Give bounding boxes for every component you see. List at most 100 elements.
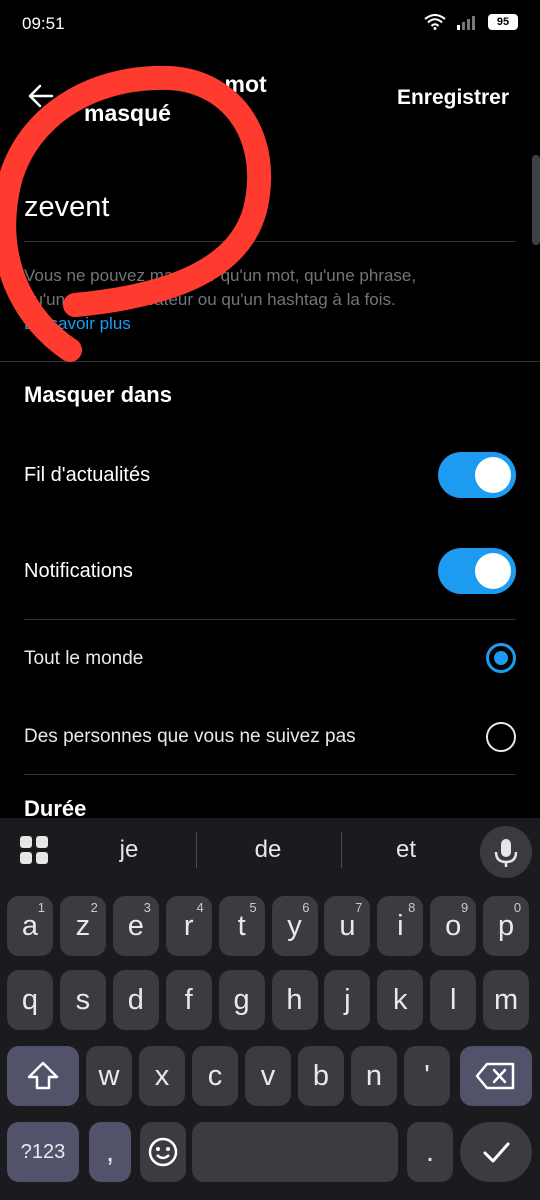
microphone-icon bbox=[494, 839, 518, 867]
key-w-label: w bbox=[98, 1059, 120, 1092]
status-time: 09:51 bbox=[22, 14, 65, 33]
key-a[interactable]: a1 bbox=[7, 896, 53, 956]
key-n[interactable]: n bbox=[351, 1046, 397, 1106]
key-u[interactable]: u7 bbox=[324, 896, 371, 956]
key-v[interactable]: v bbox=[245, 1046, 291, 1106]
symbols-key[interactable]: ?123 bbox=[7, 1122, 79, 1182]
emoji-icon bbox=[148, 1137, 178, 1167]
everyone-option-label[interactable]: Tout le monde bbox=[24, 648, 143, 670]
page-title-line1: un mot bbox=[190, 71, 267, 97]
wifi-icon bbox=[424, 14, 446, 30]
key-hint: 9 bbox=[460, 900, 469, 915]
key-b-label: b bbox=[312, 1059, 330, 1092]
mute-in-title: Masquer dans bbox=[24, 382, 172, 407]
battery-indicator: 95 bbox=[488, 14, 518, 30]
symbols-key-label: ?123 bbox=[20, 1140, 66, 1163]
suggestion-separator bbox=[196, 832, 197, 868]
page-title-line2: masqué bbox=[84, 100, 171, 126]
key-k[interactable]: k bbox=[377, 970, 424, 1030]
key-q[interactable]: q bbox=[7, 970, 53, 1030]
key-hint: 6 bbox=[302, 900, 310, 915]
key-f-label: f bbox=[184, 983, 193, 1016]
notifications-toggle[interactable] bbox=[438, 548, 516, 594]
key-hint: 3 bbox=[143, 900, 151, 915]
save-button[interactable]: Enregistrer bbox=[397, 86, 509, 110]
help-text: Vous ne pouvez masquer qu'un mot, qu'une… bbox=[24, 264, 516, 312]
key-m[interactable]: m bbox=[483, 970, 530, 1030]
key-p-label: p bbox=[498, 909, 515, 942]
key-w[interactable]: w bbox=[86, 1046, 132, 1106]
key-z[interactable]: z2 bbox=[59, 896, 106, 956]
non-followed-option-label[interactable]: Des personnes que vous ne suivez pas bbox=[24, 726, 356, 748]
key-z-label: z bbox=[75, 909, 91, 942]
key-x-label: x bbox=[154, 1059, 170, 1092]
home-timeline-label: Fil d'actualités bbox=[24, 464, 151, 486]
suggestion-separator bbox=[341, 832, 342, 868]
suggestion-1[interactable]: je bbox=[74, 836, 184, 864]
signal-icon bbox=[457, 16, 475, 30]
shift-icon bbox=[27, 1061, 59, 1090]
period-key[interactable]: . bbox=[407, 1122, 453, 1182]
key-i-label: i bbox=[397, 909, 404, 942]
key-h[interactable]: h bbox=[271, 970, 318, 1030]
key-p[interactable]: p0 bbox=[483, 896, 530, 956]
suggestion-2[interactable]: de bbox=[213, 836, 323, 864]
shift-key[interactable] bbox=[7, 1046, 79, 1106]
key-s[interactable]: s bbox=[59, 970, 106, 1030]
key-g[interactable]: g bbox=[218, 970, 265, 1030]
toggle-knob bbox=[475, 457, 511, 493]
scrollbar-thumb[interactable] bbox=[532, 155, 540, 245]
non-followed-radio[interactable] bbox=[486, 722, 516, 752]
period-key-label: . bbox=[425, 1135, 435, 1168]
key-apostrophe[interactable]: ' bbox=[404, 1046, 450, 1106]
key-a-label: a bbox=[21, 909, 39, 942]
key-l-label: l bbox=[449, 983, 457, 1016]
emoji-key[interactable] bbox=[140, 1122, 186, 1182]
key-hint: 2 bbox=[90, 900, 98, 915]
key-apostrophe-label: ' bbox=[424, 1059, 430, 1092]
key-f[interactable]: f bbox=[165, 970, 212, 1030]
backspace-key[interactable] bbox=[460, 1046, 532, 1106]
key-hint: 0 bbox=[513, 900, 522, 915]
key-t[interactable]: t5 bbox=[218, 896, 265, 956]
key-y[interactable]: y6 bbox=[271, 896, 318, 956]
key-l[interactable]: l bbox=[430, 970, 477, 1030]
grid-icon bbox=[20, 836, 48, 864]
key-d[interactable]: d bbox=[112, 970, 159, 1030]
key-y-label: y bbox=[287, 909, 302, 942]
enter-key[interactable] bbox=[460, 1122, 532, 1182]
key-j-label: j bbox=[344, 983, 351, 1016]
key-b[interactable]: b bbox=[298, 1046, 344, 1106]
key-hint: 5 bbox=[249, 900, 257, 915]
space-key[interactable] bbox=[192, 1122, 398, 1182]
comma-key[interactable]: , bbox=[89, 1122, 131, 1182]
key-o-label: o bbox=[445, 909, 462, 942]
key-c[interactable]: c bbox=[192, 1046, 238, 1106]
learn-more-link[interactable]: En savoir plus bbox=[24, 314, 131, 334]
key-h-label: h bbox=[286, 983, 303, 1016]
everyone-radio[interactable] bbox=[486, 643, 516, 673]
key-j[interactable]: j bbox=[324, 970, 371, 1030]
key-r[interactable]: r4 bbox=[165, 896, 212, 956]
help-text-line1: Vous ne pouvez masquer qu'un mot, qu'une… bbox=[24, 266, 417, 285]
key-g-label: g bbox=[233, 983, 250, 1016]
key-x[interactable]: x bbox=[139, 1046, 185, 1106]
key-e[interactable]: e3 bbox=[112, 896, 159, 956]
toggle-knob bbox=[475, 553, 511, 589]
key-u-label: u bbox=[339, 909, 356, 942]
key-s-label: s bbox=[75, 983, 91, 1016]
home-timeline-toggle[interactable] bbox=[438, 452, 516, 498]
suggestion-3[interactable]: et bbox=[351, 836, 461, 864]
muted-word-input[interactable] bbox=[24, 186, 494, 228]
key-n-label: n bbox=[365, 1059, 383, 1092]
back-button[interactable] bbox=[20, 76, 60, 116]
key-o[interactable]: o9 bbox=[430, 896, 477, 956]
keyboard-apps-button[interactable] bbox=[18, 834, 50, 866]
microphone-button[interactable] bbox=[480, 826, 532, 878]
key-t-label: t bbox=[237, 909, 246, 942]
key-r-label: r bbox=[183, 909, 194, 942]
key-hint: 4 bbox=[196, 900, 204, 915]
key-i[interactable]: i8 bbox=[377, 896, 424, 956]
input-underline bbox=[24, 241, 516, 242]
key-e-label: e bbox=[127, 909, 144, 942]
